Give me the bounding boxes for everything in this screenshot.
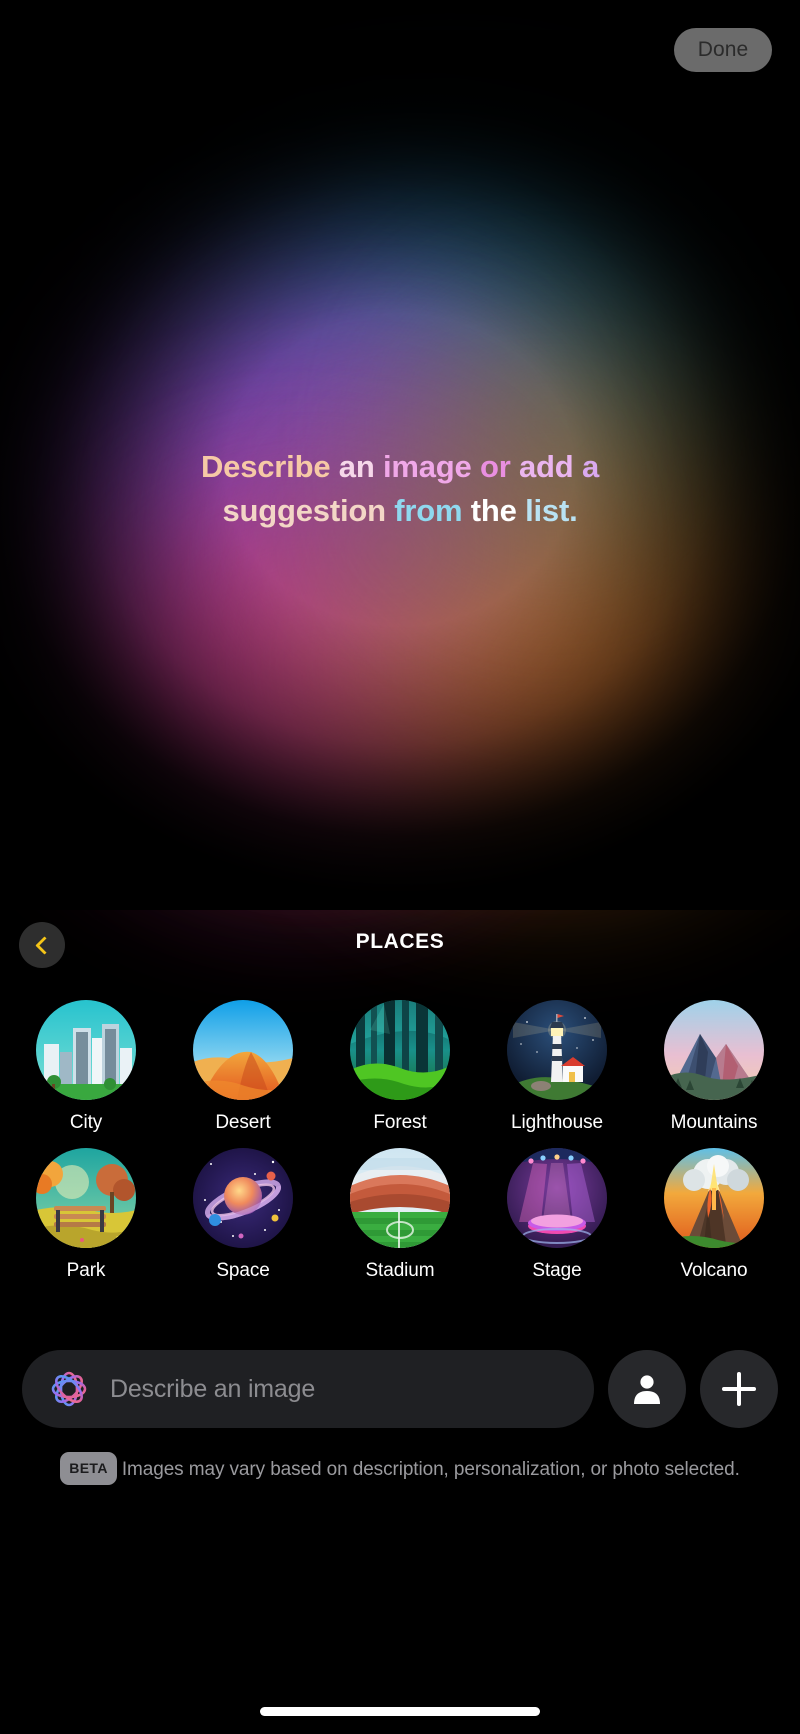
suggestion-lighthouse[interactable]: Lighthouse bbox=[485, 1000, 629, 1134]
suggestion-label: Space bbox=[216, 1260, 270, 1281]
stage-thumbnail bbox=[507, 1148, 607, 1248]
headline-word-suggestion: suggestion bbox=[222, 493, 395, 528]
suggestion-stadium[interactable]: Stadium bbox=[328, 1148, 472, 1282]
suggestion-label: City bbox=[69, 1112, 103, 1133]
mountains-thumbnail bbox=[664, 1000, 764, 1100]
city-thumbnail bbox=[36, 1000, 136, 1100]
plus-icon bbox=[722, 1372, 756, 1406]
lighthouse-thumbnail bbox=[507, 1000, 607, 1100]
forest-thumbnail bbox=[350, 1000, 450, 1100]
suggestion-label: Park bbox=[66, 1260, 106, 1281]
headline-prompt: Describe an image or add a suggestion fr… bbox=[0, 445, 800, 533]
add-button[interactable] bbox=[700, 1350, 778, 1428]
desert-thumbnail bbox=[193, 1000, 293, 1100]
suggestion-label: Lighthouse bbox=[511, 1112, 603, 1133]
headline-word-image: image bbox=[382, 449, 480, 484]
suggestion-label: Stage bbox=[532, 1260, 582, 1281]
suggestion-volcano[interactable]: Volcano bbox=[642, 1148, 786, 1282]
suggestion-label: Stadium bbox=[365, 1260, 435, 1281]
headline-word-a: a bbox=[581, 449, 599, 484]
describe-image-input[interactable]: Describe an image bbox=[22, 1350, 594, 1428]
suggestion-park[interactable]: Park bbox=[14, 1148, 158, 1282]
suggestions-row-1: City Desert Forest Lighthouse Mountains bbox=[0, 1000, 800, 1134]
suggestion-label: Forest bbox=[373, 1112, 427, 1133]
beta-badge: BETA bbox=[60, 1452, 117, 1485]
top-bar: Done bbox=[0, 0, 800, 100]
suggestion-mountains[interactable]: Mountains bbox=[642, 1000, 786, 1134]
headline-word-or: or bbox=[480, 449, 520, 484]
category-title: PLACES bbox=[355, 930, 445, 953]
park-thumbnail bbox=[36, 1148, 136, 1248]
person-icon bbox=[634, 1375, 660, 1404]
headline-word-the: the bbox=[470, 493, 526, 528]
stadium-thumbnail bbox=[350, 1148, 450, 1248]
headline-word-an: an bbox=[338, 449, 383, 484]
prompt-placeholder: Describe an image bbox=[110, 1374, 316, 1403]
beta-disclaimer: BETA Images may vary based on description… bbox=[0, 1452, 800, 1485]
done-button[interactable]: Done bbox=[674, 28, 772, 72]
suggestion-space[interactable]: Space bbox=[171, 1148, 315, 1282]
headline-word-describe: Describe bbox=[201, 449, 339, 484]
person-button[interactable] bbox=[608, 1350, 686, 1428]
suggestions-row-2: Park Space Stadium Stage Volcano bbox=[0, 1148, 800, 1282]
suggestion-label: Volcano bbox=[680, 1260, 748, 1281]
headline-word-list: list. bbox=[525, 493, 578, 528]
apple-intelligence-icon bbox=[51, 1371, 87, 1407]
suggestions-grid: City Desert Forest Lighthouse Mountains … bbox=[0, 1000, 800, 1296]
suggestion-stage[interactable]: Stage bbox=[485, 1148, 629, 1282]
disclaimer-text: Images may vary based on description, pe… bbox=[121, 1459, 740, 1480]
image-playground-screen: Done Describe an image or add a suggesti… bbox=[0, 0, 800, 1734]
headline-word-add: add bbox=[519, 449, 582, 484]
prompt-input-row: Describe an image bbox=[0, 1350, 800, 1428]
headline-word-from: from bbox=[394, 493, 471, 528]
suggestion-label: Mountains bbox=[670, 1112, 758, 1133]
volcano-thumbnail bbox=[664, 1148, 764, 1248]
home-indicator[interactable] bbox=[260, 1707, 540, 1716]
space-thumbnail bbox=[193, 1148, 293, 1248]
suggestion-label: Desert bbox=[215, 1112, 271, 1133]
suggestion-desert[interactable]: Desert bbox=[171, 1000, 315, 1134]
suggestion-city[interactable]: City bbox=[14, 1000, 158, 1134]
suggestion-forest[interactable]: Forest bbox=[328, 1000, 472, 1134]
category-header: PLACES bbox=[0, 922, 800, 970]
